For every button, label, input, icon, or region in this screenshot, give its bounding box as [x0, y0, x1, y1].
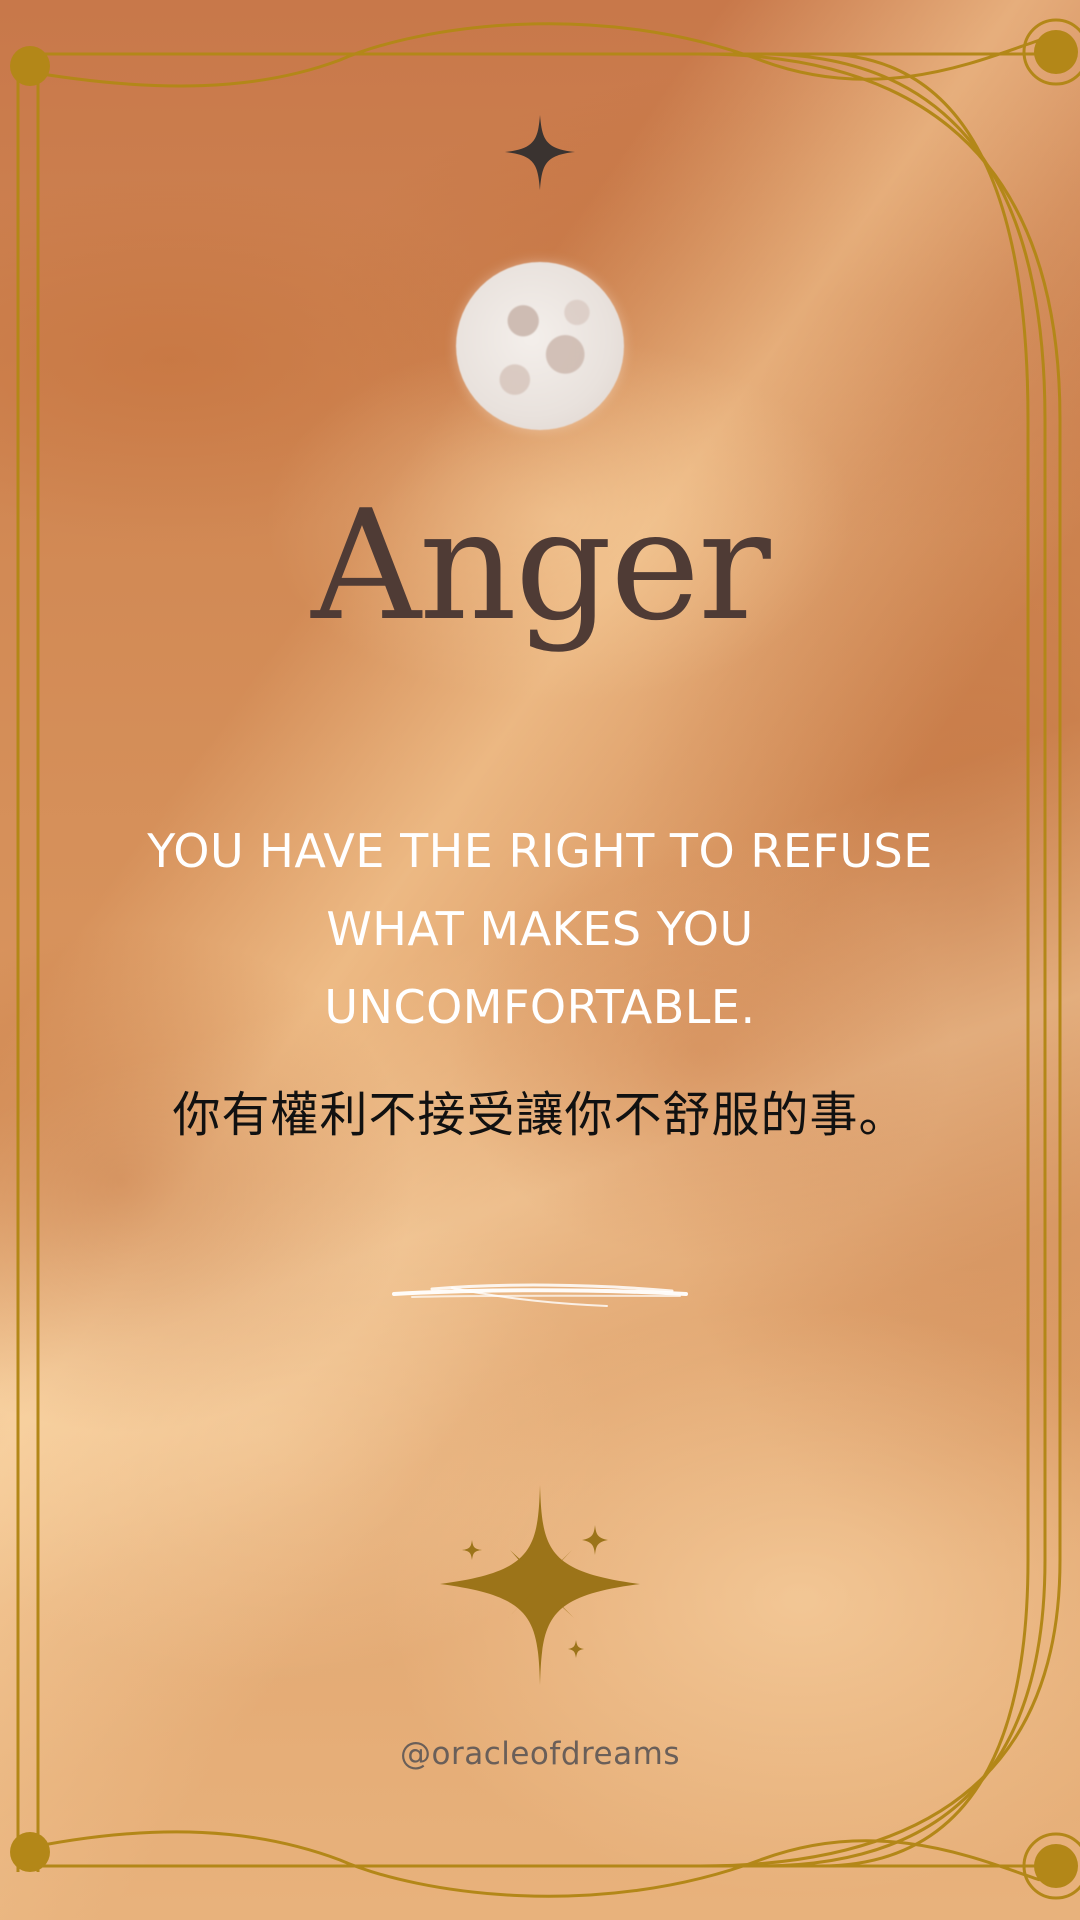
quote-english: YOU HAVE THE RIGHT TO REFUSE WHAT MAKES …	[90, 812, 990, 1046]
author-handle: @oracleofdreams	[400, 1736, 680, 1772]
oracle-card: Anger YOU HAVE THE RIGHT TO REFUSE WHAT …	[0, 0, 1080, 1920]
sparkle-stars-icon	[440, 1485, 640, 1685]
quote-english-line: UNCOMFORTABLE.	[324, 980, 756, 1034]
quote-english-line: YOU HAVE THE RIGHT TO REFUSE	[147, 824, 933, 878]
full-moon-image	[456, 262, 624, 430]
quote-english-line: WHAT MAKES YOU	[326, 902, 754, 956]
card-title: Anger	[311, 477, 771, 654]
brush-stroke-divider	[392, 1283, 688, 1307]
four-point-star-icon	[505, 115, 575, 190]
quote-chinese: 你有權利不接受讓你不舒服的事。	[172, 1087, 908, 1143]
